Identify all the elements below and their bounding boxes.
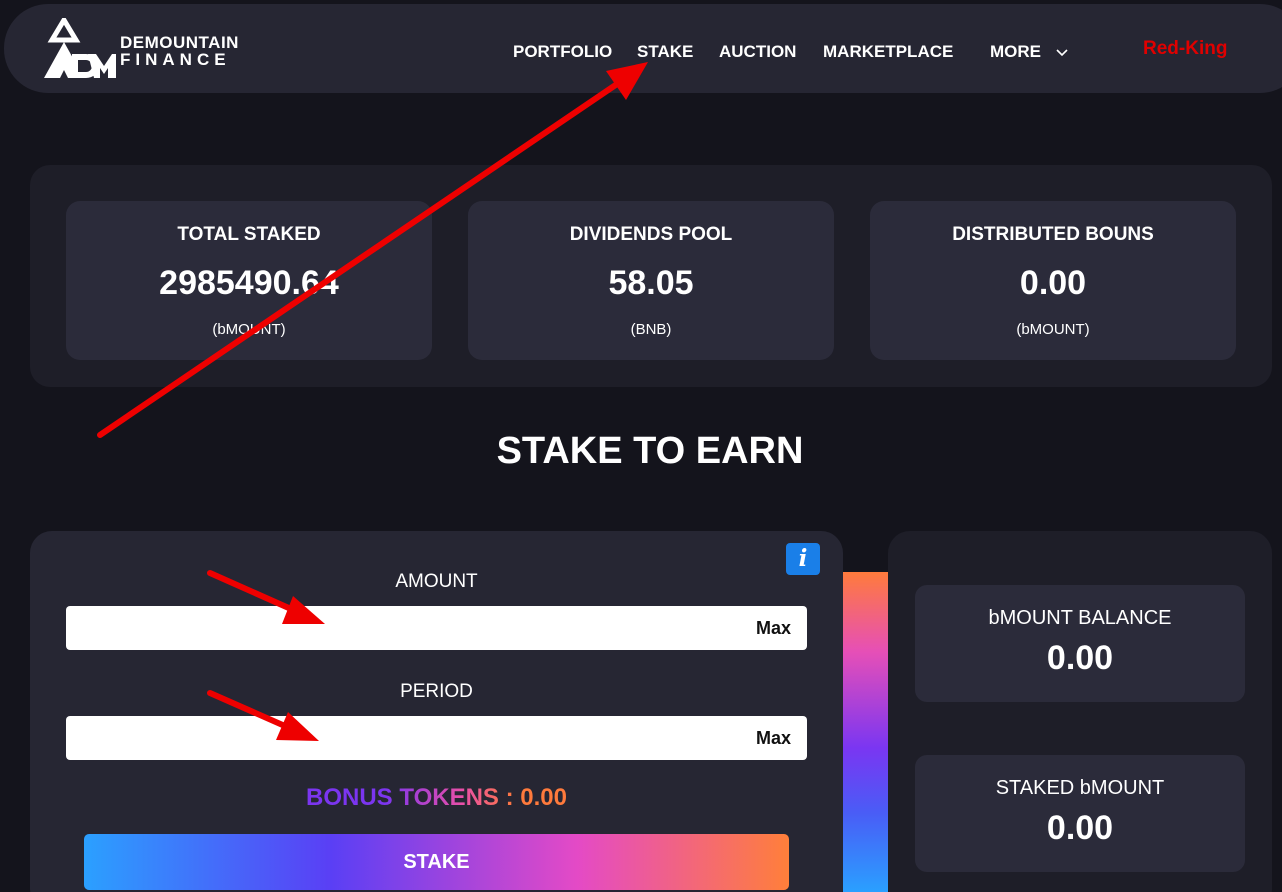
period-field: Max [66, 716, 807, 760]
amount-label: AMOUNT [395, 571, 478, 592]
brand-logo[interactable]: DEMOUNTAIN FINANCE [42, 18, 242, 82]
amount-max-button[interactable]: Max [756, 618, 791, 639]
stake-button[interactable]: STAKE [84, 834, 789, 890]
bonus-tokens-container: BONUS TOKENS : 0.00 [30, 784, 843, 812]
nav-more-label: MORE [990, 42, 1041, 61]
balance-label: bMOUNT BALANCE [988, 607, 1172, 629]
stat-card-total-staked: TOTAL STAKED 2985490.64 (bMOUNT) [66, 201, 432, 360]
stat-value: 58.05 [608, 264, 694, 302]
stat-unit: (BNB) [630, 321, 672, 338]
stat-card-distributed-bonus: DISTRIBUTED BOUNS 0.00 (bMOUNT) [870, 201, 1236, 360]
nav-marketplace[interactable]: MARKETPLACE [823, 42, 953, 62]
period-input[interactable] [66, 716, 736, 760]
balance-value: 0.00 [1046, 809, 1114, 847]
balance-card-bmount: bMOUNT BALANCE 0.00 [915, 585, 1245, 702]
brand-name-line2: FINANCE [120, 50, 231, 69]
stat-label: DIVIDENDS POOL [569, 224, 733, 245]
stats-panel: TOTAL STAKED 2985490.64 (bMOUNT) DIVIDEN… [30, 165, 1272, 387]
brand-name: DEMOUNTAIN FINANCE [120, 34, 239, 68]
bonus-tokens-text: BONUS TOKENS : 0.00 [306, 784, 567, 811]
stake-form: i AMOUNT Max PERIOD Max BONUS TOKENS : 0… [30, 531, 843, 892]
logo-mark-icon [44, 18, 116, 78]
stat-label: DISTRIBUTED BOUNS [952, 224, 1154, 245]
decorative-gradient-bar [843, 572, 888, 892]
section-title: STAKE TO EARN [496, 430, 804, 472]
user-account-name[interactable]: Red-King [1143, 38, 1227, 60]
period-max-button[interactable]: Max [756, 728, 791, 749]
nav-stake[interactable]: STAKE [637, 42, 693, 62]
stat-label: TOTAL STAKED [177, 224, 321, 245]
amount-field: Max [66, 606, 807, 650]
balance-label: STAKED bMOUNT [995, 777, 1165, 799]
stat-unit: (bMOUNT) [212, 321, 286, 338]
balance-card-staked: STAKED bMOUNT 0.00 [915, 755, 1245, 872]
nav-more[interactable]: MORE [990, 42, 1068, 62]
balance-panel: bMOUNT BALANCE 0.00 STAKED bMOUNT 0.00 [888, 531, 1272, 892]
brand-name-line1: DEMOUNTAIN [120, 33, 239, 52]
amount-input[interactable] [66, 606, 736, 650]
balance-value: 0.00 [1046, 639, 1114, 677]
nav-portfolio[interactable]: PORTFOLIO [513, 42, 612, 62]
nav-auction[interactable]: AUCTION [719, 42, 796, 62]
period-label: PERIOD [400, 681, 473, 702]
top-navbar: DEMOUNTAIN FINANCE PORTFOLIO STAKE AUCTI… [4, 4, 1282, 93]
chevron-down-icon [1056, 48, 1068, 56]
stat-unit: (bMOUNT) [1016, 321, 1090, 338]
stat-card-dividends-pool: DIVIDENDS POOL 58.05 (BNB) [468, 201, 834, 360]
stat-value: 0.00 [1019, 264, 1087, 302]
stat-value: 2985490.64 [159, 264, 339, 302]
